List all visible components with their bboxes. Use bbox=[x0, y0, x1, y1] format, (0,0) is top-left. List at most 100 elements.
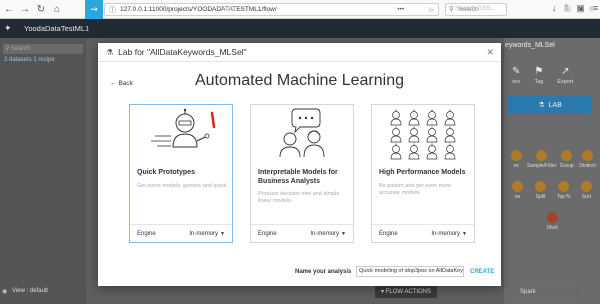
tool-edit[interactable]: ✎ ore bbox=[512, 66, 520, 85]
spark-label: Spark bbox=[520, 289, 536, 295]
recipe-icon bbox=[558, 181, 569, 192]
project-name[interactable]: YoodaDataTestML1 bbox=[24, 24, 89, 33]
right-panel-title: eywords_MLSel bbox=[505, 42, 555, 49]
flow-nav-icon[interactable]: ⇝ bbox=[85, 0, 103, 19]
grid-icon[interactable]: ▦ bbox=[564, 4, 572, 13]
engine-select[interactable]: In-memory ▼ bbox=[189, 231, 225, 237]
quick-prototypes-card[interactable]: Quick Prototypes Get some models, generi… bbox=[129, 104, 233, 243]
analysis-name-label: Name your analysis bbox=[295, 269, 352, 275]
recipe-item[interactable]: Sort bbox=[575, 181, 598, 200]
close-icon[interactable]: ✕ bbox=[486, 47, 494, 58]
flow-actions-label: FLOW ACTIONS bbox=[385, 289, 432, 295]
card-title: Interpretable Models for Business Analys… bbox=[258, 169, 338, 185]
app-bar-icons: ▦ ? ☻ bbox=[564, 4, 596, 13]
interpretable-models-card[interactable]: Interpretable Models for Business Analys… bbox=[250, 104, 354, 243]
page-actions-icon[interactable]: ••• bbox=[397, 6, 404, 13]
bookmark-star-icon[interactable]: ☆ bbox=[428, 6, 434, 14]
high-performance-card[interactable]: High Performance Models Be patient and g… bbox=[371, 104, 475, 243]
tool-export[interactable]: ↗ Export bbox=[557, 66, 573, 85]
recipe-grid: ec Sample/Filter Group Distinct ne Split… bbox=[506, 150, 600, 243]
recipe-item[interactable]: Group bbox=[556, 150, 577, 169]
home-icon[interactable]: ⌂ bbox=[50, 2, 64, 16]
right-tools: ✎ ore ⚑ Tag ↗ Export bbox=[512, 66, 573, 85]
recipe-icon bbox=[512, 181, 523, 192]
export-icon: ↗ bbox=[561, 66, 570, 77]
user-icon[interactable]: ☻ bbox=[588, 4, 596, 13]
recipe-icon bbox=[582, 150, 594, 161]
flask-icon: ⚗ bbox=[106, 47, 114, 57]
help-icon[interactable]: ? bbox=[577, 4, 581, 13]
page-title: Automated Machine Learning bbox=[194, 72, 405, 89]
caret-down-icon: ▼ bbox=[220, 230, 225, 237]
left-search-input[interactable]: ⚲ Search bbox=[3, 44, 83, 54]
tool-tag[interactable]: ⚑ Tag bbox=[534, 66, 543, 85]
card-title: Quick Prototypes bbox=[137, 169, 195, 176]
analysis-name-input[interactable]: Quick modeling of idop3pos on AllDataKey… bbox=[356, 266, 464, 277]
search-icon: ⚲ bbox=[449, 6, 454, 13]
left-search-placeholder: Search bbox=[11, 46, 31, 52]
recipe-label: Split bbox=[535, 194, 546, 200]
recipe-icon bbox=[510, 150, 522, 161]
lab-modal: ⚗ Lab for "AllDataKeywords_MLSel" ✕ ← Ba… bbox=[98, 43, 501, 286]
tool-label: Tag bbox=[534, 79, 544, 85]
recipe-row: ne Split Top N Sort bbox=[506, 181, 600, 200]
robot-prototype-icon bbox=[130, 105, 232, 163]
create-button[interactable]: CREATE bbox=[470, 269, 494, 275]
lab-button[interactable]: ⚗ LAB bbox=[508, 96, 592, 114]
app-top-bar: ✦ YoodaDataTestML1 bbox=[0, 19, 600, 38]
recipe-item[interactable]: Shell bbox=[537, 212, 567, 231]
card-footer: Engine In-memory ▼ bbox=[130, 224, 232, 242]
recipe-label: Top N bbox=[556, 194, 571, 200]
flow-actions-button[interactable]: ▾ FLOW ACTIONS bbox=[375, 286, 438, 298]
recipe-label: ne bbox=[514, 194, 521, 200]
engine-label: Engine bbox=[258, 230, 277, 237]
forward-arrow-icon[interactable]: → bbox=[18, 2, 32, 16]
engine-select[interactable]: In-memory ▼ bbox=[310, 231, 346, 237]
engine-value: In-memory bbox=[310, 230, 340, 237]
recipe-row: ec Sample/Filter Group Distinct bbox=[506, 150, 600, 169]
recipe-item[interactable]: ne bbox=[506, 181, 529, 200]
app-search-input[interactable]: Search DSS... bbox=[455, 5, 496, 12]
reload-icon[interactable]: ↻ bbox=[34, 2, 48, 16]
card-title: High Performance Models bbox=[379, 169, 466, 176]
recipe-icon bbox=[581, 181, 592, 192]
recipe-item[interactable]: Distinct bbox=[577, 150, 598, 169]
recipe-label: Shell bbox=[546, 225, 558, 231]
info-icon: ⓘ bbox=[109, 6, 116, 14]
tool-label: ore bbox=[512, 79, 521, 85]
back-arrow-icon[interactable]: ← bbox=[2, 2, 16, 16]
downloads-icon[interactable]: ↓ bbox=[552, 3, 557, 14]
recipe-icon bbox=[536, 150, 548, 161]
edit-icon: ✎ bbox=[512, 66, 521, 77]
recipe-icon bbox=[561, 150, 573, 161]
card-description: Be patient and get even more accurate mo… bbox=[379, 183, 452, 196]
app-logo-icon[interactable]: ✦ bbox=[4, 23, 16, 35]
address-bar[interactable]: ⓘ 127.0.0.1:11000/projects/YOODADATATEST… bbox=[104, 3, 439, 16]
caret-down-icon: ▼ bbox=[341, 230, 346, 237]
business-analysts-icon bbox=[251, 105, 353, 163]
view-label: View : default bbox=[12, 288, 48, 294]
url-text: 127.0.0.1:11000/projects/YOODADATATESTML… bbox=[120, 6, 277, 13]
search-icon: ⚲ bbox=[5, 46, 10, 52]
recipe-item[interactable]: ec bbox=[506, 150, 527, 169]
card-footer: Engine In-memory ▼ bbox=[372, 224, 474, 242]
robot-grid-icon bbox=[372, 105, 474, 163]
recipe-label: Distinct bbox=[579, 163, 596, 169]
flow-count-text[interactable]: 3 datasets 1 recipe bbox=[4, 57, 55, 63]
recipe-label: ec bbox=[513, 163, 520, 169]
engine-select[interactable]: In-memory ▼ bbox=[431, 231, 467, 237]
shell-icon bbox=[546, 212, 558, 223]
recipe-label: Sort bbox=[581, 194, 592, 200]
recipe-item[interactable]: Sample/Filter bbox=[527, 150, 556, 169]
caret-down-icon: ▼ bbox=[462, 230, 467, 237]
left-panel bbox=[0, 38, 86, 304]
view-selector[interactable]: ◉ View : default bbox=[2, 288, 48, 295]
spark-section[interactable]: Spark bbox=[510, 286, 580, 298]
recipe-item[interactable]: Top N bbox=[552, 181, 575, 200]
tool-label: Export bbox=[557, 79, 574, 85]
modal-title: Lab for "AllDataKeywords_MLSel" bbox=[118, 47, 247, 57]
card-footer: Engine In-memory ▼ bbox=[251, 224, 353, 242]
recipe-item[interactable]: Split bbox=[529, 181, 552, 200]
flask-icon: ⚗ bbox=[538, 102, 545, 109]
recipe-icon bbox=[535, 181, 546, 192]
